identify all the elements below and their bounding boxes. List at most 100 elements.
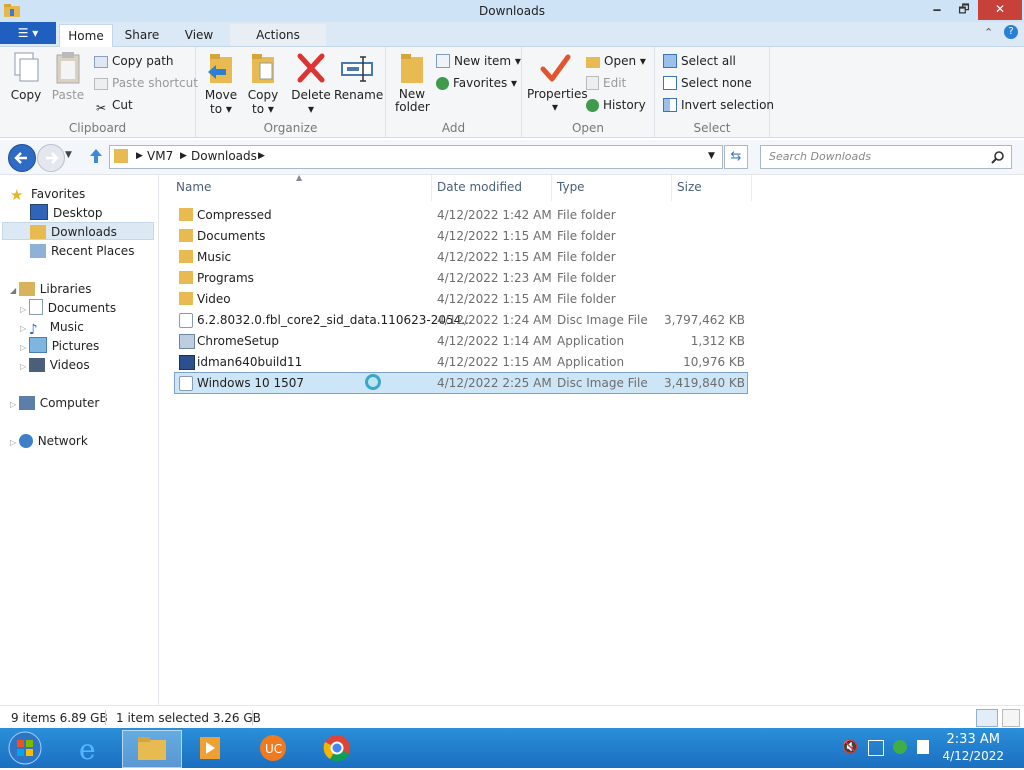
file-row[interactable]: Video 4/12/2022 1:15 AM File folder <box>175 289 747 309</box>
details-view-icon[interactable] <box>976 709 998 727</box>
open-folder-icon <box>586 57 600 68</box>
up-arrow-icon[interactable] <box>88 147 104 165</box>
file-name: 6.2.8032.0.fbl_core2_sid_data.110623-205… <box>197 313 473 327</box>
favorites-globe-icon <box>436 77 449 90</box>
column-header-size[interactable]: Size <box>677 180 702 194</box>
file-row[interactable]: 6.2.8032.0.fbl_core2_sid_data.110623-205… <box>175 310 747 330</box>
tab-share[interactable]: Share <box>115 24 169 46</box>
nav-recent-places[interactable]: Recent Places <box>30 242 134 260</box>
properties-button[interactable]: Properties ▾ <box>526 51 588 114</box>
cut-button[interactable]: ✂ Cut <box>94 96 133 115</box>
tab-actions[interactable]: Actions <box>230 24 326 46</box>
recent-locations-dropdown-icon[interactable]: ▼ <box>65 150 72 160</box>
paste-button[interactable]: Paste <box>48 51 88 102</box>
close-button[interactable]: ✕ <box>978 0 1022 20</box>
file-date: 4/12/2022 1:15 AM <box>437 229 552 243</box>
edit-button[interactable]: Edit <box>586 74 626 92</box>
column-header-type[interactable]: Type <box>557 180 585 194</box>
nav-videos[interactable]: ▷ Videos <box>20 356 90 374</box>
search-box[interactable]: Search Downloads <box>760 145 1012 169</box>
network-tray-icon[interactable] <box>868 740 884 756</box>
breadcrumb-vm7[interactable]: VM7 <box>147 149 173 163</box>
delete-icon <box>294 51 328 85</box>
column-header-date[interactable]: Date modified <box>437 180 522 194</box>
folder-icon <box>179 250 193 263</box>
help-icon[interactable]: ? <box>1004 25 1018 39</box>
history-button[interactable]: History <box>586 96 646 114</box>
taskbar-internet-explorer[interactable]: e <box>62 730 120 766</box>
new-folder-button[interactable]: New folder <box>392 51 432 114</box>
new-item-button[interactable]: New item ▾ <box>436 52 521 70</box>
search-icon[interactable] <box>991 150 1005 164</box>
file-row[interactable]: Compressed 4/12/2022 1:42 AM File folder <box>175 205 747 225</box>
collapse-ribbon-icon[interactable]: ⌃ <box>984 26 993 39</box>
window-title: Downloads <box>479 4 545 18</box>
file-menu-button[interactable]: ☰ ▾ <box>0 22 56 44</box>
file-name: Documents <box>197 229 266 243</box>
nav-documents[interactable]: ▷ Documents <box>20 299 116 317</box>
tab-view[interactable]: View <box>172 24 226 46</box>
delete-label: Delete ▾ <box>291 88 331 116</box>
column-header-name[interactable]: Name <box>176 180 211 194</box>
back-button[interactable] <box>8 144 36 172</box>
move-to-button[interactable]: Move to ▾ <box>200 51 242 116</box>
search-input[interactable]: Search Downloads <box>769 150 871 163</box>
paste-shortcut-button[interactable]: Paste shortcut <box>94 74 198 92</box>
minimize-button[interactable]: 🗕 <box>924 0 950 20</box>
file-list: ▲ Name Date modified Type Size Compresse… <box>159 173 1024 705</box>
forward-button[interactable] <box>37 144 65 172</box>
large-icons-view-icon[interactable] <box>1002 709 1020 727</box>
start-button[interactable] <box>4 730 46 766</box>
nav-videos-label: Videos <box>49 358 90 372</box>
nav-computer[interactable]: ▷ Computer <box>10 394 99 412</box>
delete-button[interactable]: Delete ▾ <box>290 51 332 116</box>
file-date: 4/12/2022 1:24 AM <box>437 313 552 327</box>
nav-music[interactable]: ▷ ♪ Music <box>20 318 84 338</box>
computer-icon <box>18 396 35 410</box>
file-row[interactable]: Documents 4/12/2022 1:15 AM File folder <box>175 226 747 246</box>
select-all-button[interactable]: Select all <box>663 52 736 70</box>
copy-button[interactable]: Copy <box>6 51 46 102</box>
nav-recent-label: Recent Places <box>51 244 135 258</box>
taskbar-media-player[interactable] <box>182 730 240 766</box>
open-button[interactable]: Open ▾ <box>586 52 646 70</box>
rename-button[interactable]: Rename <box>334 51 383 102</box>
select-none-button[interactable]: Select none <box>663 74 752 92</box>
file-name: Compressed <box>197 208 272 222</box>
file-row-selected[interactable]: Windows 10 1507 4/12/2022 2:25 AM Disc I… <box>174 372 748 394</box>
nav-desktop[interactable]: Desktop <box>30 204 103 222</box>
taskbar-file-explorer[interactable] <box>122 730 182 768</box>
volume-muted-icon[interactable]: 🔇 <box>842 740 858 755</box>
taskbar-uc-browser[interactable]: UC <box>244 730 302 766</box>
tab-home[interactable]: Home <box>59 24 113 48</box>
clipboard-group: Copy Paste Copy path Paste shortcut ✂ Cut… <box>0 47 198 137</box>
nav-libraries[interactable]: ◢ Libraries <box>10 280 92 298</box>
copy-path-button[interactable]: Copy path <box>94 52 174 70</box>
clock-date: 4/12/2022 <box>942 749 1004 763</box>
nav-network[interactable]: ▷ Network <box>10 432 88 450</box>
select-group: Select all Select none Invert selection … <box>655 47 774 137</box>
expand-triangle-icon: ▷ <box>10 438 19 447</box>
idm-tray-icon[interactable] <box>893 740 907 754</box>
nav-downloads[interactable]: Downloads <box>2 222 154 240</box>
taskbar-chrome[interactable] <box>308 730 366 766</box>
address-dropdown-icon[interactable]: ▼ <box>708 151 715 161</box>
nav-pictures[interactable]: ▷ Pictures <box>20 337 99 355</box>
copy-to-button[interactable]: Copy to ▾ <box>242 51 284 116</box>
favorites-button[interactable]: Favorites ▾ <box>436 74 517 92</box>
file-row[interactable]: Music 4/12/2022 1:15 AM File folder <box>175 247 747 267</box>
file-row[interactable]: idman640build11 4/12/2022 1:15 AM Applic… <box>175 352 747 372</box>
file-row[interactable]: ChromeSetup 4/12/2022 1:14 AM Applicatio… <box>175 331 747 351</box>
breadcrumb-downloads[interactable]: Downloads <box>191 149 257 163</box>
refresh-button[interactable]: ⇆ <box>724 145 748 169</box>
action-center-icon[interactable] <box>917 740 929 754</box>
nav-favorites[interactable]: ★ Favorites <box>10 185 85 204</box>
expand-triangle-icon: ▷ <box>20 343 29 352</box>
invert-selection-button[interactable]: Invert selection <box>663 96 774 114</box>
restore-button[interactable]: 🗗 <box>951 0 977 20</box>
folder-icon <box>179 208 193 221</box>
system-clock[interactable]: 2:33 AM 4/12/2022 <box>942 732 1004 764</box>
nav-computer-label: Computer <box>39 396 100 410</box>
file-row[interactable]: Programs 4/12/2022 1:23 AM File folder <box>175 268 747 288</box>
address-bar[interactable]: ▶ VM7 ▶ Downloads ▶ ▼ <box>109 145 723 169</box>
